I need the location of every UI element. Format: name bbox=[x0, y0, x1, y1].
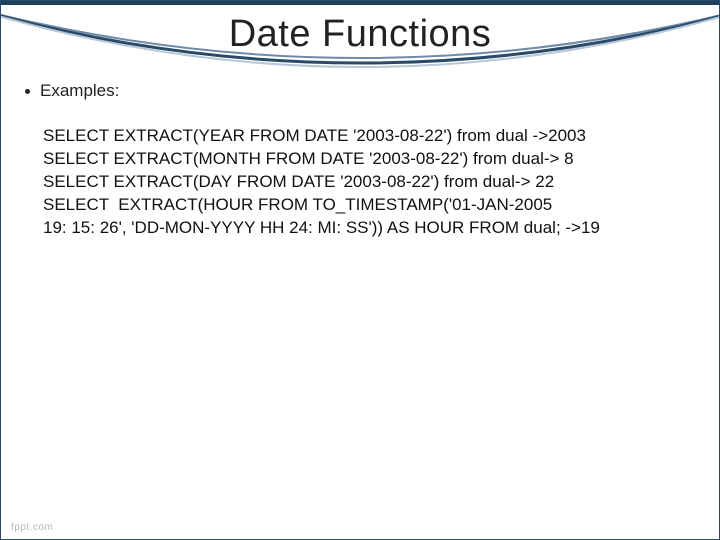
bullet-examples: Examples: bbox=[25, 81, 695, 101]
slide-title: Date Functions bbox=[1, 13, 719, 56]
content-area: Examples: SELECT EXTRACT(YEAR FROM DATE … bbox=[25, 81, 695, 240]
slide-frame: Date Functions Examples: SELECT EXTRACT(… bbox=[0, 0, 720, 540]
bullet-label: Examples: bbox=[40, 81, 119, 101]
top-accent-bar bbox=[1, 1, 719, 5]
footer-watermark: fppt.com bbox=[11, 522, 53, 533]
bullet-dot-icon bbox=[25, 89, 30, 94]
sql-examples: SELECT EXTRACT(YEAR FROM DATE '2003-08-2… bbox=[43, 125, 695, 240]
